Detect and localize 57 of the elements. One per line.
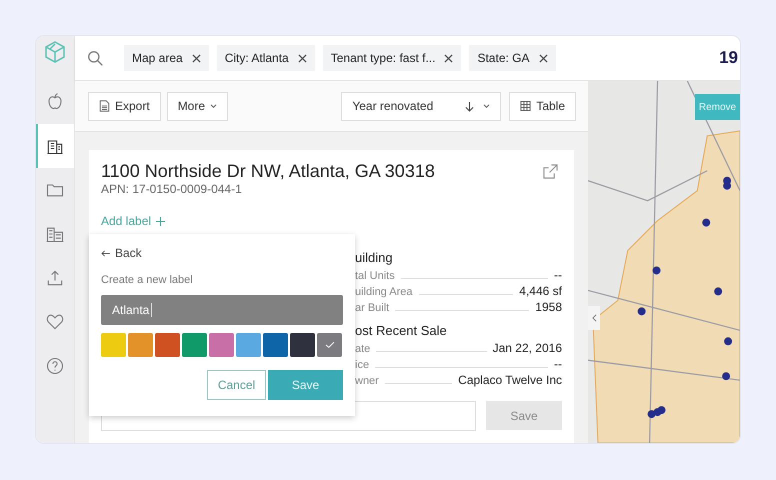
caret-icon [483,104,490,108]
sort-dropdown[interactable]: Year renovated [341,92,502,120]
detail-label: ar Built [355,302,390,314]
detail-value: 4,446 sf [519,284,562,298]
detail-label: wner [355,375,379,387]
plus-icon[interactable] [156,216,166,226]
color-swatch[interactable] [290,333,315,357]
filter-chip[interactable]: Tenant type: fast f... [322,45,462,71]
property-address: 1100 Northside Dr NW, Atlanta, GA 30318 [101,161,435,182]
apn-text: APN: 17-0150-0009-044-1 [101,182,243,196]
document-icon [99,100,110,112]
caret-icon [210,104,218,108]
color-swatch[interactable] [263,333,288,357]
color-swatch[interactable] [209,333,234,357]
filter-chip[interactable]: City: Atlanta [216,45,315,71]
detail-value: -- [554,268,562,282]
color-swatch[interactable] [128,333,153,357]
back-link[interactable]: Back [115,246,142,260]
detail-label: ate [355,343,370,355]
popup-title: Create a new label [101,274,194,286]
filter-chip[interactable]: Map area [124,45,209,71]
detail-value: -- [554,357,562,371]
section-heading: uilding [355,250,394,265]
export-button[interactable]: Export [88,92,161,120]
close-icon[interactable] [192,54,201,62]
color-swatch[interactable] [317,333,342,357]
external-link-icon[interactable] [543,164,558,179]
color-swatch[interactable] [155,333,180,357]
heart-icon [45,312,65,332]
detail-label: ice [355,359,370,371]
cube-logo-icon[interactable] [43,40,67,64]
down-arrow-icon [465,100,474,112]
detail-value: Jan 22, 2016 [492,341,562,355]
left-arrow-icon [101,250,110,256]
detail-label: uilding Area [355,286,412,298]
chevron-left-icon [592,314,596,322]
table-view-button[interactable]: Table [509,92,576,120]
upload-icon [45,268,65,288]
more-button[interactable]: More [166,92,228,120]
detail-value: 1958 [535,300,562,314]
filter-chip[interactable]: State: GA [469,45,556,71]
grid-icon [520,100,532,112]
close-icon[interactable] [298,54,307,62]
close-icon[interactable] [444,54,454,62]
sidebar-item[interactable] [36,124,74,168]
detail-value: Caplaco Twelve Inc [458,373,562,387]
color-swatch[interactable] [182,333,207,357]
help-icon [45,356,65,376]
search-icon[interactable] [87,50,104,66]
result-count: 19 [719,48,738,68]
close-icon[interactable] [538,54,548,62]
section-heading: ost Recent Sale [355,323,448,338]
detail-label: tal Units [355,270,395,282]
color-swatch[interactable] [236,333,261,357]
color-swatch[interactable] [101,333,126,357]
label-name-input[interactable]: Atlanta [101,295,343,325]
collapse-handle[interactable] [588,306,600,330]
